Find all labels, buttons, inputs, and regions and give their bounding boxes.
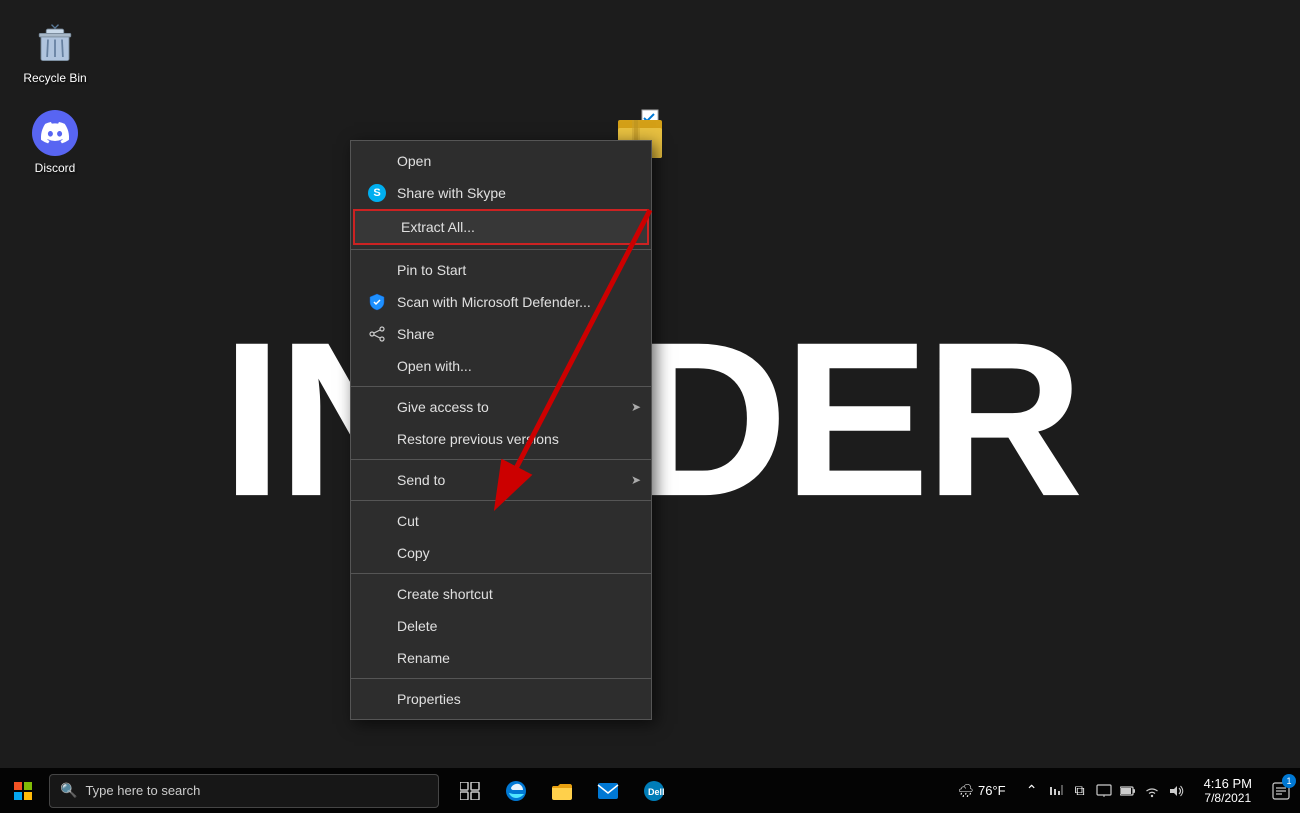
open-icon: [367, 151, 387, 171]
copy-icon: [367, 543, 387, 563]
menu-create-shortcut-label: Create shortcut: [397, 586, 493, 602]
start-button[interactable]: [0, 768, 45, 813]
search-icon: 🔍: [60, 782, 77, 799]
separator-3: [351, 459, 651, 460]
separator-2: [351, 386, 651, 387]
menu-item-delete[interactable]: Delete: [351, 610, 651, 642]
properties-icon: [367, 689, 387, 709]
file-explorer-button[interactable]: [541, 768, 583, 813]
menu-extract-all-label: Extract All...: [401, 219, 475, 235]
menu-item-open[interactable]: Open: [351, 145, 651, 177]
menu-item-copy[interactable]: Copy: [351, 537, 651, 569]
menu-item-send-to[interactable]: Send to ➤: [351, 464, 651, 496]
battery-icon[interactable]: [1118, 781, 1138, 801]
system-tray: ⌃ ⧉: [1014, 781, 1194, 801]
open-with-icon: [367, 356, 387, 376]
edge-button[interactable]: [495, 768, 537, 813]
taskbar-center: Dell: [449, 768, 675, 813]
menu-pin-start-label: Pin to Start: [397, 262, 466, 278]
screen-icon[interactable]: [1094, 781, 1114, 801]
delete-icon: [367, 616, 387, 636]
context-menu: Open S Share with Skype Extract All... P…: [350, 140, 652, 720]
menu-item-share[interactable]: Share: [351, 318, 651, 350]
menu-item-open-with[interactable]: Open with...: [351, 350, 651, 382]
clock-time: 4:16 PM: [1204, 776, 1252, 791]
skype-icon-img: S: [368, 184, 386, 202]
menu-item-scan-defender[interactable]: Scan with Microsoft Defender...: [351, 286, 651, 318]
taskbar-search[interactable]: 🔍 Type here to search: [49, 774, 439, 808]
separator-4: [351, 500, 651, 501]
menu-share-skype-label: Share with Skype: [397, 185, 506, 201]
recycle-bin-image: [31, 19, 79, 67]
separator-1: [351, 249, 651, 250]
menu-item-properties[interactable]: Properties: [351, 683, 651, 715]
weather-widget[interactable]: 🌧 76°F: [949, 783, 1013, 799]
mail-button[interactable]: [587, 768, 629, 813]
svg-text:Dell: Dell: [648, 787, 665, 797]
menu-cut-label: Cut: [397, 513, 419, 529]
rename-icon: [367, 648, 387, 668]
clock-date: 7/8/2021: [1204, 791, 1251, 805]
send-to-chevron: ➤: [631, 473, 641, 487]
menu-item-pin-start[interactable]: Pin to Start: [351, 254, 651, 286]
menu-item-give-access[interactable]: Give access to ➤: [351, 391, 651, 423]
give-access-icon: [367, 397, 387, 417]
menu-item-extract-all[interactable]: Extract All...: [353, 209, 649, 245]
desktop: INSIDER Recycle Bin: [0, 0, 1300, 813]
discord-label: Discord: [35, 161, 76, 175]
tray-up-arrow[interactable]: ⌃: [1022, 781, 1042, 801]
recycle-bin-label: Recycle Bin: [23, 71, 86, 85]
volume-icon[interactable]: [1166, 781, 1186, 801]
menu-give-access-label: Give access to: [397, 399, 489, 415]
taskbar-right: 🌧 76°F ⌃ ⧉: [949, 768, 1300, 813]
datetime-display[interactable]: 4:16 PM 7/8/2021: [1194, 768, 1262, 813]
menu-scan-defender-label: Scan with Microsoft Defender...: [397, 294, 591, 310]
defender-menu-icon: [367, 292, 387, 312]
give-access-chevron: ➤: [631, 400, 641, 414]
menu-open-label: Open: [397, 153, 431, 169]
weather-icon: 🌧: [957, 783, 974, 799]
task-view-button[interactable]: [449, 768, 491, 813]
cut-icon: [367, 511, 387, 531]
share-menu-icon: [367, 324, 387, 344]
menu-send-to-label: Send to: [397, 472, 445, 488]
menu-copy-label: Copy: [397, 545, 430, 561]
menu-item-create-shortcut[interactable]: Create shortcut: [351, 578, 651, 610]
separator-5: [351, 573, 651, 574]
discord-desktop-icon[interactable]: Discord: [15, 105, 95, 179]
skype-menu-icon: S: [367, 183, 387, 203]
dell-button[interactable]: Dell: [633, 768, 675, 813]
menu-properties-label: Properties: [397, 691, 461, 707]
recycle-bin-icon[interactable]: Recycle Bin: [15, 15, 95, 89]
separator-6: [351, 678, 651, 679]
menu-item-share-skype[interactable]: S Share with Skype: [351, 177, 651, 209]
wifi-icon[interactable]: [1142, 781, 1162, 801]
discord-image: [31, 109, 79, 157]
extract-icon: [371, 217, 391, 237]
notification-badge: 1: [1282, 774, 1296, 788]
menu-delete-label: Delete: [397, 618, 437, 634]
taskbar: 🔍 Type here to search: [0, 768, 1300, 813]
menu-restore-label: Restore previous versions: [397, 431, 559, 447]
create-shortcut-icon: [367, 584, 387, 604]
menu-share-label: Share: [397, 326, 434, 342]
restore-icon: [367, 429, 387, 449]
weather-temp: 76°F: [978, 783, 1006, 798]
menu-item-restore[interactable]: Restore previous versions: [351, 423, 651, 455]
menu-open-with-label: Open with...: [397, 358, 472, 374]
menu-item-rename[interactable]: Rename: [351, 642, 651, 674]
notification-button[interactable]: 1: [1262, 768, 1300, 813]
pin-icon: [367, 260, 387, 280]
discord-circle: [32, 110, 78, 156]
search-placeholder: Type here to search: [85, 783, 200, 798]
menu-rename-label: Rename: [397, 650, 450, 666]
menu-item-cut[interactable]: Cut: [351, 505, 651, 537]
network-icon[interactable]: [1046, 781, 1066, 801]
tablet-mode-icon[interactable]: ⧉: [1070, 781, 1090, 801]
send-to-icon: [367, 470, 387, 490]
